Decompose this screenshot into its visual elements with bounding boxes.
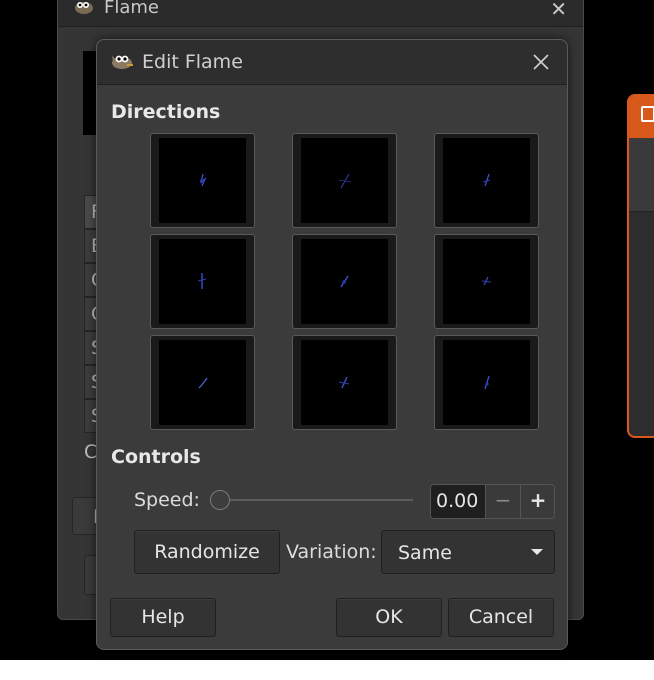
direction-preview-button[interactable]: [292, 234, 397, 329]
flame-preview: [301, 340, 388, 425]
flame-preview: [443, 340, 530, 425]
other-app-band: [629, 138, 654, 212]
decrement-button[interactable]: −: [485, 485, 520, 518]
parent-window-title: Flame: [104, 0, 159, 18]
direction-preview-button[interactable]: [434, 234, 539, 329]
speed-spinbutton: 0.00 − +: [430, 484, 555, 519]
variation-label: Variation:: [286, 541, 377, 563]
gimp-wilber-icon: [109, 52, 135, 74]
speed-value-input[interactable]: 0.00: [431, 485, 485, 518]
increment-button[interactable]: +: [520, 485, 554, 518]
other-app-header: [629, 96, 654, 138]
dialog-titlebar[interactable]: Edit Flame: [97, 40, 567, 85]
close-icon[interactable]: ✕: [550, 0, 567, 21]
directions-grid: [150, 133, 539, 430]
cancel-button[interactable]: Cancel: [448, 598, 554, 637]
ok-button[interactable]: OK: [336, 598, 442, 637]
flame-preview: [301, 239, 388, 324]
app-icon: [641, 106, 654, 122]
plus-icon: +: [529, 488, 547, 512]
parent-titlebar: Flame ✕: [58, 0, 583, 27]
direction-preview-button[interactable]: [150, 234, 255, 329]
speed-slider-handle[interactable]: [210, 490, 230, 510]
flame-preview: [301, 138, 388, 223]
direction-preview-button[interactable]: [292, 335, 397, 430]
speed-label: Speed:: [134, 489, 200, 511]
dialog-title: Edit Flame: [142, 51, 243, 73]
flame-preview: [159, 239, 246, 324]
close-button[interactable]: [529, 50, 553, 74]
desktop-background-strip: [0, 660, 654, 680]
flame-preview: [443, 138, 530, 223]
edit-flame-dialog: Edit Flame Directions Controls Speed: 0.…: [96, 39, 568, 650]
flame-preview: [159, 340, 246, 425]
close-icon: [533, 54, 549, 70]
direction-preview-button[interactable]: [434, 133, 539, 228]
other-app-window: [627, 94, 654, 438]
controls-heading: Controls: [111, 446, 201, 468]
speed-slider-track[interactable]: [221, 499, 413, 501]
flame-preview: [159, 138, 246, 223]
direction-preview-button[interactable]: [150, 133, 255, 228]
direction-preview-button[interactable]: [150, 335, 255, 430]
variation-selected-value: Same: [398, 542, 452, 564]
gimp-wilber-icon: [72, 0, 96, 19]
help-button[interactable]: Help: [110, 598, 216, 637]
direction-preview-button[interactable]: [434, 335, 539, 430]
minus-icon: −: [494, 488, 512, 512]
randomize-button[interactable]: Randomize: [134, 530, 280, 574]
flame-preview: [443, 239, 530, 324]
variation-dropdown[interactable]: Same: [381, 530, 555, 574]
direction-preview-button[interactable]: [292, 133, 397, 228]
chevron-down-icon: [531, 549, 543, 555]
directions-heading: Directions: [111, 101, 221, 123]
